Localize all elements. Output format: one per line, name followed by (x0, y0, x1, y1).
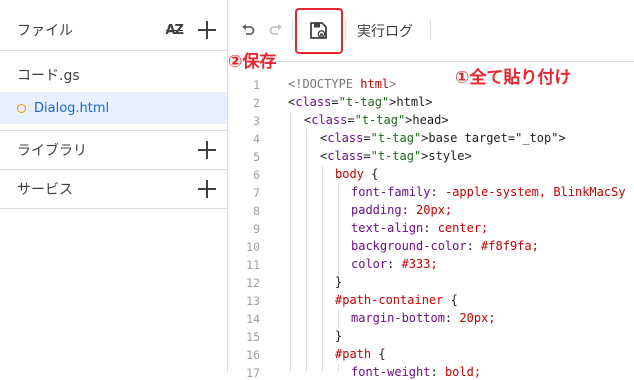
line-number: 2 (253, 96, 260, 110)
code-line: margin-bottom: 20px; (351, 311, 496, 325)
code-line: <class="t-tag">html> (288, 95, 433, 109)
file-item-dialog-html[interactable]: Dialog.html (0, 92, 227, 124)
line-number: 14 (246, 312, 260, 326)
file-item-code-gs[interactable]: コード.gs (0, 62, 227, 88)
file-sidebar: ファイル AZ コード.gs Dialog.html ライブラリ サービス (0, 0, 228, 372)
code-line: #path-container { (335, 293, 458, 307)
code-line: color: #333; (351, 257, 438, 271)
line-number: 4 (253, 132, 260, 146)
indent-guide (322, 166, 323, 372)
add-file-icon[interactable] (197, 20, 217, 40)
code-line: font-weight: bold; (351, 365, 482, 379)
code-line: padding: 20px; (351, 203, 453, 217)
annotation-step2: ②保存 (228, 52, 277, 72)
code-line: } (335, 329, 343, 343)
undo-icon[interactable] (240, 22, 256, 38)
annotation-step1: ①全て貼り付け (455, 68, 572, 88)
line-number: 11 (246, 258, 260, 272)
files-header: ファイル AZ (0, 12, 227, 48)
divider (0, 208, 227, 209)
indent-guide (338, 310, 339, 328)
line-number: 15 (246, 330, 260, 344)
line-number: 7 (253, 186, 260, 200)
line-number: 3 (253, 114, 260, 128)
add-service-icon[interactable] (197, 179, 217, 199)
unsaved-dot-icon (17, 103, 26, 113)
toolbar-separator (292, 20, 293, 40)
services-section[interactable]: サービス (0, 170, 227, 208)
redo-icon[interactable] (268, 22, 284, 38)
line-number: 6 (253, 168, 260, 182)
code-line: text-align: center; (351, 221, 489, 235)
code-line: <!DOCTYPE html> (288, 77, 397, 91)
line-number: 5 (253, 150, 260, 164)
files-header-label: ファイル (17, 23, 73, 39)
indent-guide (290, 112, 291, 372)
editor-toolbar (228, 0, 634, 62)
indent-guide (306, 130, 307, 372)
code-line: <class="t-tag">style> (320, 149, 472, 163)
run-log-button[interactable]: 実行ログ (357, 21, 413, 41)
line-number: 10 (246, 240, 260, 254)
line-number: 9 (253, 222, 260, 236)
indent-guide (338, 184, 339, 288)
line-number: 16 (246, 348, 260, 362)
divider (0, 50, 227, 51)
file-name: Dialog.html (34, 100, 110, 116)
libraries-section[interactable]: ライブラリ (0, 131, 227, 169)
code-line: <class="t-tag">base target="_top"> (320, 131, 566, 145)
line-number: 13 (246, 294, 260, 308)
add-library-icon[interactable] (197, 140, 217, 160)
line-number: 8 (253, 204, 260, 218)
code-line: } (335, 275, 343, 289)
sort-az-icon[interactable]: AZ (165, 23, 184, 38)
services-label: サービス (17, 182, 73, 198)
line-number: 17 (246, 366, 260, 380)
libraries-label: ライブラリ (17, 143, 87, 159)
toolbar-separator (430, 20, 431, 40)
save-highlight-box (295, 8, 343, 54)
code-line: #path { (335, 347, 386, 361)
line-number: 12 (246, 276, 260, 290)
toolbar-separator (345, 20, 346, 40)
code-line: <class="t-tag">head> (304, 113, 449, 127)
code-line: background-color: #f8f9fa; (351, 239, 539, 253)
code-line: font-family: -apple-system, BlinkMacSy (351, 185, 626, 199)
code-line: body { (335, 167, 379, 181)
file-name: コード.gs (17, 68, 80, 84)
indent-guide (338, 364, 339, 372)
line-number: 1 (253, 78, 260, 92)
